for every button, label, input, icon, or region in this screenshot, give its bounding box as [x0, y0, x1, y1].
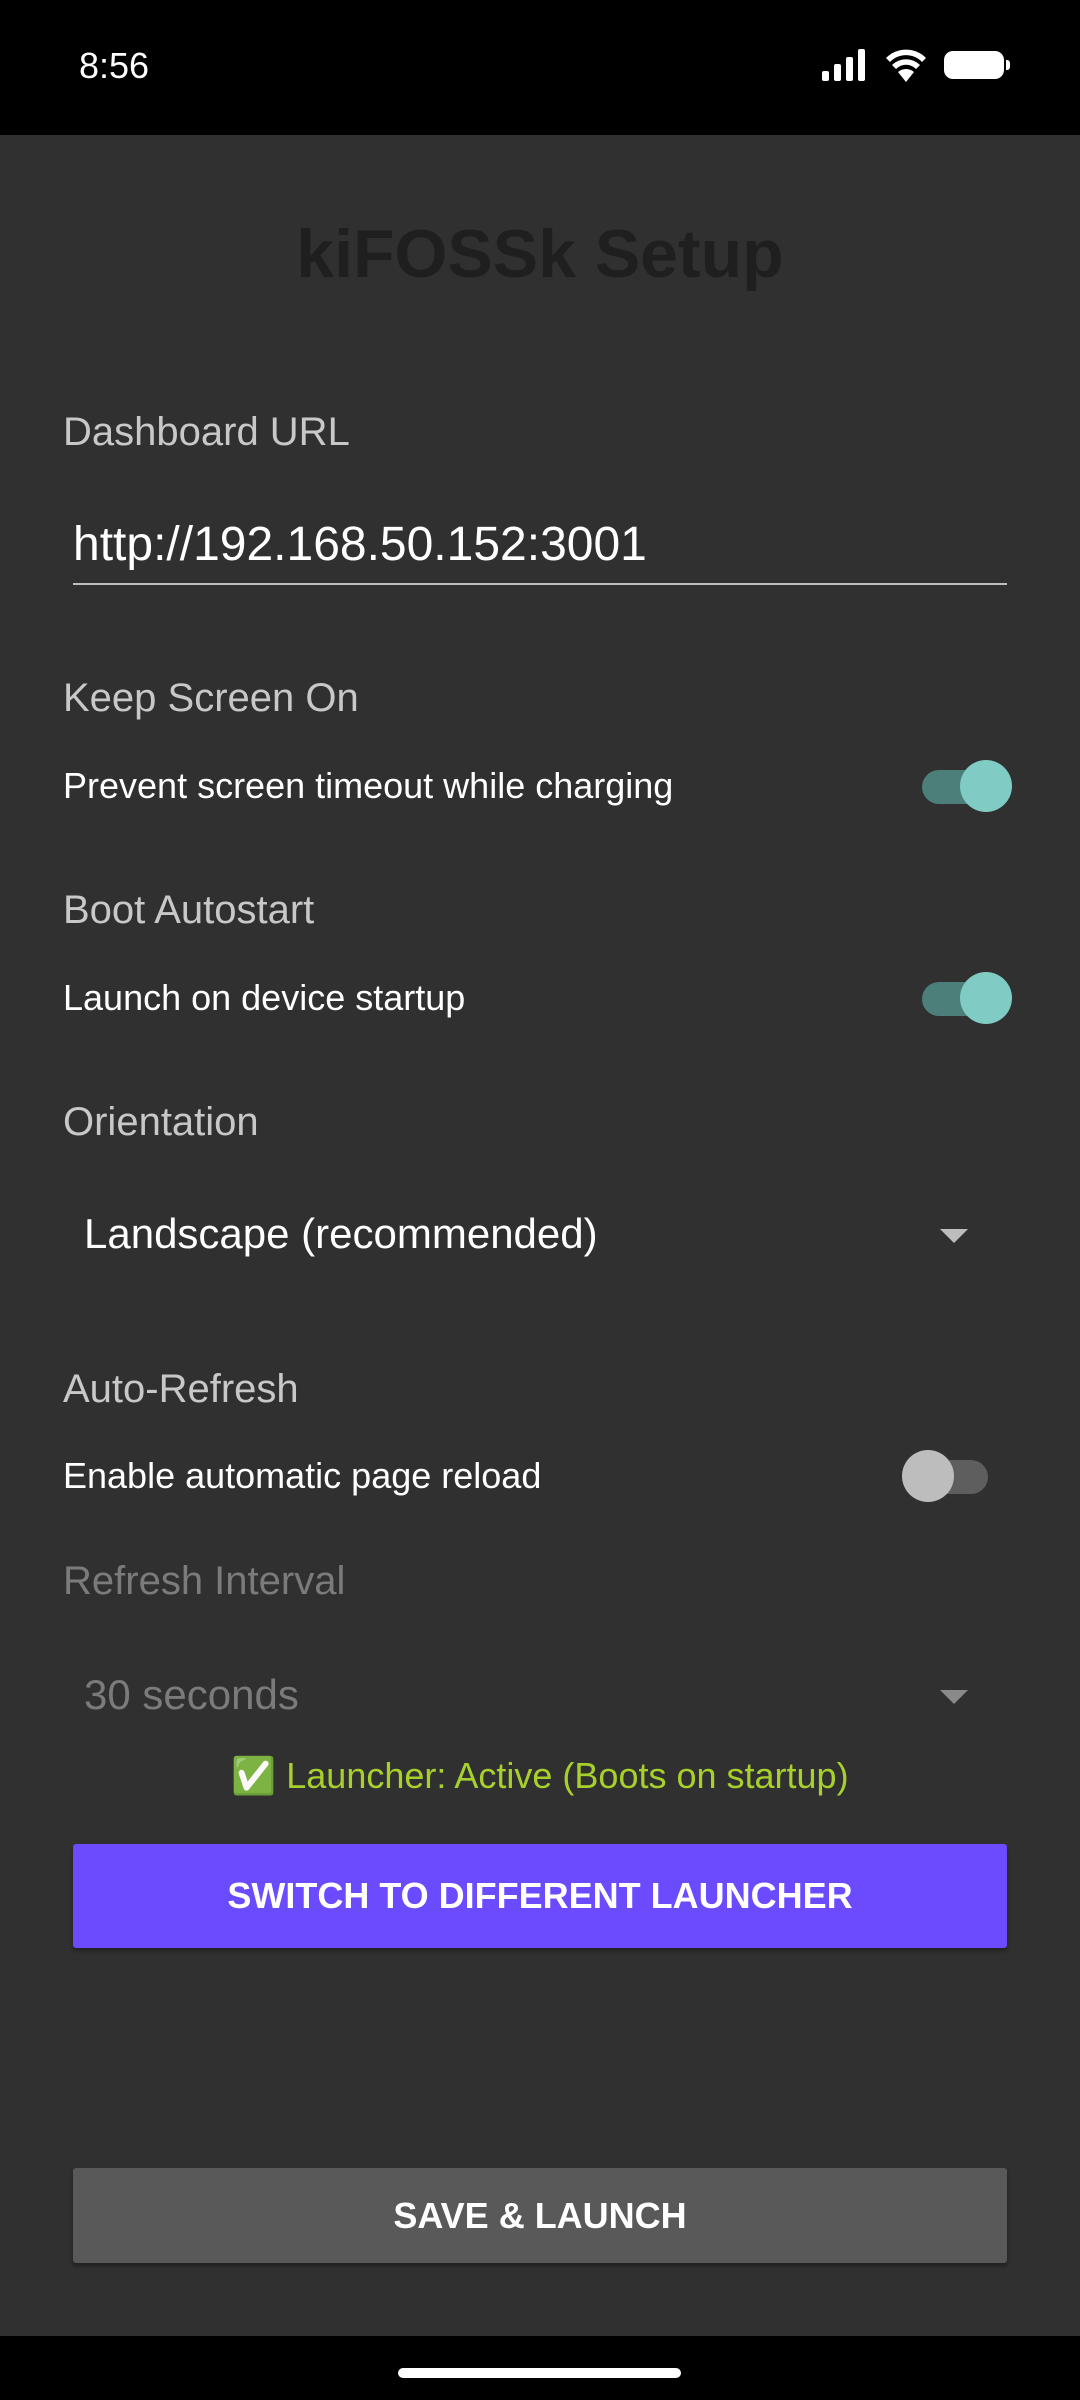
- keep-screen-on-description: Prevent screen timeout while charging: [63, 765, 674, 806]
- dropdown-arrow-icon: [940, 1690, 968, 1704]
- launcher-status-text: ✅ Launcher: Active (Boots on startup): [231, 1755, 849, 1796]
- switch-thumb: [960, 972, 1012, 1024]
- orientation-label: Orientation: [63, 1100, 259, 1144]
- home-indicator[interactable]: [398, 2368, 681, 2378]
- auto-refresh-switch[interactable]: [902, 1448, 992, 1504]
- boot-autostart-label: Boot Autostart: [63, 888, 315, 932]
- refresh-interval-selected-value: 30 seconds: [84, 1671, 299, 1718]
- status-icons: [822, 48, 1010, 82]
- save-launch-button[interactable]: SAVE & LAUNCH: [73, 2168, 1007, 2263]
- refresh-interval-label: Refresh Interval: [63, 1559, 346, 1603]
- battery-icon: [944, 51, 1010, 79]
- signal-icon: [822, 49, 865, 81]
- dashboard-url-label: Dashboard URL: [63, 410, 350, 454]
- dropdown-arrow-icon: [940, 1229, 968, 1243]
- switch-launcher-button[interactable]: SWITCH TO DIFFERENT LAUNCHER: [73, 1844, 1007, 1948]
- switch-thumb: [960, 760, 1012, 812]
- page-title: kiFOSSk Setup: [296, 216, 784, 292]
- auto-refresh-description: Enable automatic page reload: [63, 1455, 542, 1496]
- switch-thumb: [902, 1450, 954, 1502]
- dashboard-url-input[interactable]: http://192.168.50.152:3001: [73, 517, 647, 572]
- boot-autostart-description: Launch on device startup: [63, 977, 466, 1018]
- orientation-selected-value: Landscape (recommended): [84, 1210, 598, 1257]
- setup-screen: kiFOSSk Setup Dashboard URL http://192.1…: [0, 135, 1080, 2336]
- status-time: 8:56: [79, 45, 150, 86]
- boot-autostart-switch[interactable]: [922, 970, 1012, 1026]
- dashboard-url-underline: [73, 583, 1007, 585]
- keep-screen-on-label: Keep Screen On: [63, 676, 359, 720]
- navigation-bar: [0, 2336, 1080, 2400]
- keep-screen-on-switch[interactable]: [922, 758, 1012, 814]
- auto-refresh-label: Auto-Refresh: [63, 1367, 299, 1411]
- wifi-icon: [886, 49, 926, 82]
- status-bar: 8:56: [0, 0, 1080, 135]
